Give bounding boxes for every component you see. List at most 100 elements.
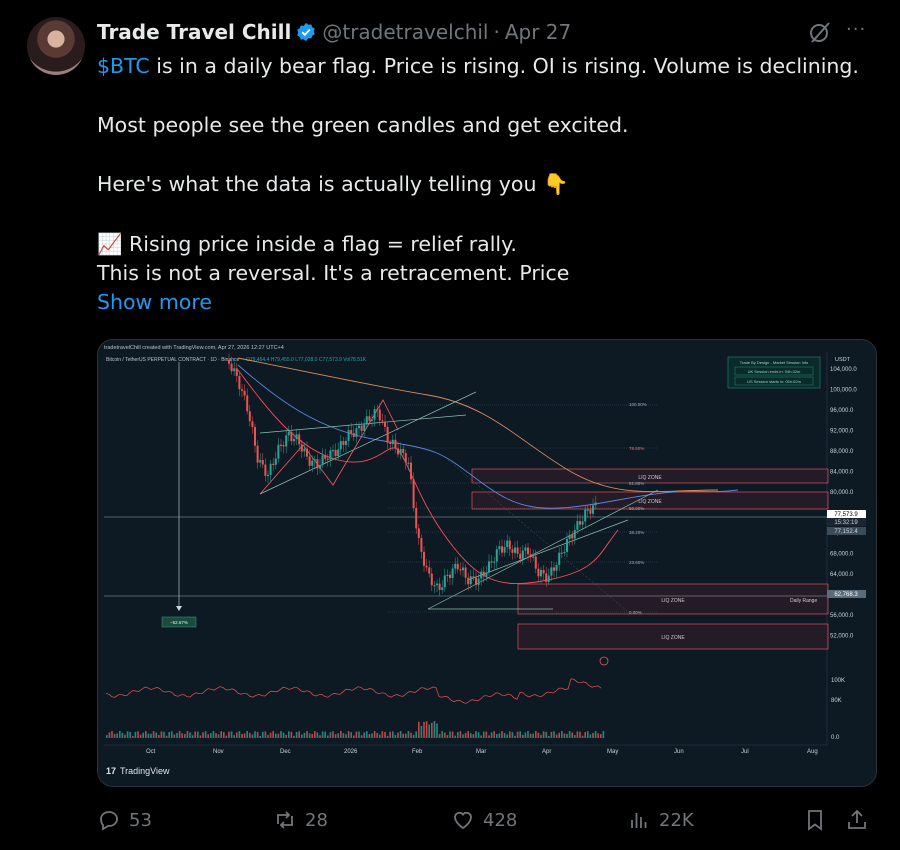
candle-body <box>402 449 405 453</box>
candle-body <box>532 556 535 558</box>
candle-body <box>542 569 545 574</box>
candle-body <box>326 458 329 460</box>
volume-bar <box>475 731 477 738</box>
volume-bar <box>392 731 394 738</box>
volume-bar <box>126 731 129 738</box>
time-axis-label: May <box>607 749 618 755</box>
candle-body <box>339 441 342 450</box>
candle-body <box>527 547 529 555</box>
fib-100: 100.00% <box>629 402 647 407</box>
volume-bar <box>462 734 464 738</box>
repost-button[interactable]: 28 <box>273 805 328 835</box>
volume-bar <box>589 734 592 738</box>
candle-body <box>324 455 327 459</box>
candle-body <box>378 409 381 421</box>
volume-bar <box>197 731 199 738</box>
tweet-date[interactable]: Apr 27 <box>505 20 571 44</box>
volume-bar <box>184 734 186 738</box>
candle-body <box>319 464 321 469</box>
candle-body <box>233 368 236 372</box>
candle-body <box>407 462 410 464</box>
chart-image[interactable]: tradetravelChill created with TradingVie… <box>97 339 877 787</box>
volume-bar <box>571 732 573 738</box>
candle-body <box>477 578 480 585</box>
candle-body <box>285 435 288 447</box>
candle-body <box>441 587 444 590</box>
candle-body <box>472 576 475 578</box>
candle-body <box>516 547 519 554</box>
volume-bar <box>223 732 225 738</box>
share-button[interactable] <box>845 805 877 835</box>
candle-body <box>290 431 293 442</box>
reply-count: 53 <box>129 809 152 831</box>
volume-bar <box>563 733 566 738</box>
candle-body <box>521 550 524 559</box>
volume-bar <box>308 733 311 738</box>
volume-bar <box>150 733 152 738</box>
candle-body <box>404 452 407 463</box>
volume-bar <box>139 734 142 738</box>
candle-body <box>456 563 459 570</box>
volume-bar <box>576 731 579 738</box>
tweet-line-4: 📈 Rising price inside a flag = relief ra… <box>97 231 517 256</box>
candle-body <box>300 444 303 452</box>
volume-bar <box>436 723 438 738</box>
author-avatar[interactable] <box>27 17 85 75</box>
volume-bar <box>412 734 415 738</box>
candle-body <box>269 463 272 475</box>
fib-618: 61.80% <box>629 481 644 486</box>
volume-bar <box>160 731 163 738</box>
candle-body <box>386 426 389 443</box>
author-name[interactable]: Trade Travel Chill <box>97 20 291 44</box>
grok-icon[interactable] <box>808 20 832 44</box>
like-button[interactable]: 428 <box>451 805 517 835</box>
candle-body <box>313 459 316 461</box>
show-more-link[interactable]: Show more <box>97 290 212 314</box>
cashtag-link[interactable]: $BTC <box>97 54 150 78</box>
session-us: US Session starts in: 05h:02m <box>747 379 801 384</box>
price-axis-label: 52,000.0 <box>830 634 854 640</box>
reply-button[interactable]: 53 <box>97 805 152 835</box>
price-axis-label: 68,000.0 <box>830 552 854 558</box>
volume-bar <box>181 733 183 738</box>
bookmark-button[interactable] <box>803 805 835 835</box>
price-axis-label: 80,000.0 <box>830 490 854 496</box>
volume-bar <box>288 731 290 738</box>
volume-bar <box>360 735 363 738</box>
more-options-icon[interactable]: ··· <box>846 20 876 44</box>
candle-body <box>464 567 467 578</box>
volume-bar <box>410 732 412 738</box>
candle-body <box>298 434 301 445</box>
candle-body <box>355 428 358 437</box>
candle-body <box>389 442 392 445</box>
volume-bar <box>207 734 209 738</box>
time-axis-label: Mar <box>476 749 486 755</box>
volume-bar <box>106 735 108 738</box>
volume-bar <box>488 735 490 738</box>
candle-body <box>394 439 397 449</box>
candle-body <box>449 574 451 578</box>
heart-icon <box>454 811 472 830</box>
volume-bar <box>464 733 467 738</box>
volume-bar <box>306 731 308 738</box>
author-handle[interactable]: @tradetravelchil <box>322 20 488 44</box>
volume-bar <box>522 735 524 738</box>
views-chart-icon <box>631 813 647 828</box>
volume-bar <box>496 734 498 738</box>
chart-symbol: Bitcoin / TetherUS PERPETUAL CONTRACT · … <box>106 357 240 363</box>
volume-bar <box>121 732 124 738</box>
candle-body <box>594 502 597 506</box>
volume-bar <box>189 732 191 738</box>
candle-body <box>498 546 501 550</box>
volume-bar <box>285 734 287 738</box>
time-axis-label: Jul <box>741 749 749 755</box>
volume-bar <box>358 731 360 738</box>
candle-body <box>264 464 267 476</box>
candle-body <box>433 585 436 587</box>
views-button[interactable]: 22K <box>627 805 694 835</box>
price-axis-label: 88,000.0 <box>830 449 854 455</box>
volume-bar <box>368 734 371 738</box>
volume-bar <box>584 732 586 738</box>
fib-382: 38.20% <box>629 530 644 535</box>
volume-bar <box>178 731 181 738</box>
